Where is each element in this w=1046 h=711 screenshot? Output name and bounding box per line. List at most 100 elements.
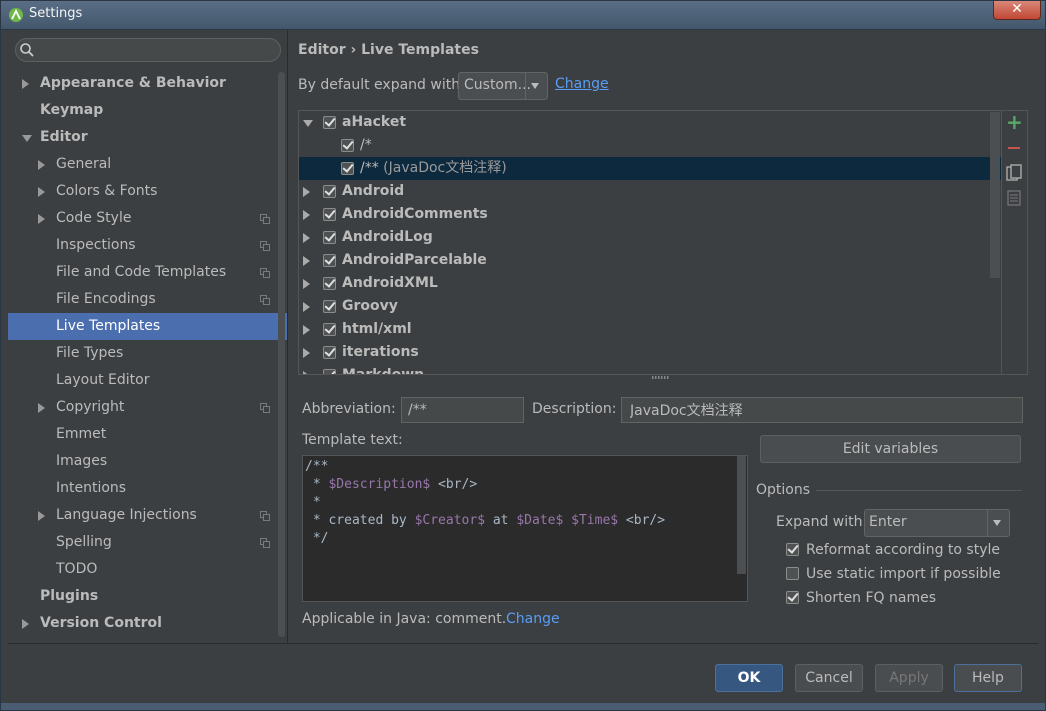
description-input[interactable] <box>621 397 1023 423</box>
sidebar-divider <box>287 30 288 643</box>
template-tree-row[interactable]: AndroidParcelable <box>299 249 1002 272</box>
template-checkbox[interactable] <box>323 346 336 359</box>
template-text-segment: /** <box>305 459 329 474</box>
sidebar-item-plugins[interactable]: Plugins <box>8 583 287 610</box>
template-checkbox[interactable] <box>323 300 336 313</box>
add-icon[interactable]: + <box>1006 112 1023 132</box>
ok-button[interactable]: OK <box>715 664 783 692</box>
sidebar-item-editor[interactable]: Editor <box>8 124 287 151</box>
sidebar-item-version-control[interactable]: Version Control <box>8 610 287 637</box>
chevron-down-icon[interactable] <box>531 83 539 89</box>
template-tree-row[interactable]: aHacket <box>299 111 1002 134</box>
template-tree-row[interactable]: html/xml <box>299 318 1002 341</box>
chevron-right-icon[interactable] <box>303 371 310 374</box>
chevron-right-icon[interactable] <box>303 233 310 243</box>
option-checkbox[interactable] <box>786 567 799 580</box>
template-text-segment: <br/> <box>430 477 478 492</box>
sidebar-item-layout-editor[interactable]: Layout Editor <box>8 367 287 394</box>
abbreviation-input[interactable] <box>401 397 524 423</box>
chevron-right-icon[interactable] <box>303 302 310 312</box>
template-tree-row[interactable]: /** (JavaDoc文档注释) <box>299 157 1002 180</box>
chevron-right-icon[interactable] <box>303 187 310 197</box>
apply-button[interactable]: Apply <box>875 664 943 692</box>
sidebar-item-emmet[interactable]: Emmet <box>8 421 287 448</box>
close-button[interactable]: ✕ <box>993 0 1041 20</box>
template-tree-row[interactable]: AndroidLog <box>299 226 1002 249</box>
restore-icon[interactable] <box>1006 190 1022 206</box>
template-tree-row[interactable]: iterations <box>299 341 1002 364</box>
sidebar-item-live-templates[interactable]: Live Templates <box>8 313 287 340</box>
sidebar-item-label: Keymap <box>40 102 104 118</box>
template-tree-row[interactable]: AndroidXML <box>299 272 1002 295</box>
chevron-right-icon[interactable] <box>22 79 29 89</box>
template-label: Markdown <box>342 364 424 374</box>
template-code[interactable]: /** * $Description$ <br/> * * created by… <box>305 458 665 548</box>
chevron-right-icon[interactable] <box>22 619 29 629</box>
sidebar-item-intentions[interactable]: Intentions <box>8 475 287 502</box>
template-text-segment: * <box>305 477 329 492</box>
edit-variables-button[interactable]: Edit variables <box>760 435 1021 463</box>
template-checkbox[interactable] <box>341 139 354 152</box>
chevron-right-icon[interactable] <box>303 279 310 289</box>
editor-scrollbar[interactable] <box>737 456 746 574</box>
template-tree-row[interactable]: Android <box>299 180 1002 203</box>
template-text-segment: at <box>485 513 517 528</box>
option-checkbox[interactable] <box>786 543 799 556</box>
template-tree-row[interactable]: AndroidComments <box>299 203 1002 226</box>
combo-separator <box>987 510 988 536</box>
splitter-handle[interactable] <box>652 374 670 380</box>
help-button[interactable]: Help <box>954 664 1022 692</box>
copy-icon[interactable] <box>1006 164 1022 182</box>
chevron-right-icon[interactable] <box>38 187 45 197</box>
sidebar-item-images[interactable]: Images <box>8 448 287 475</box>
sidebar-item-file-encodings[interactable]: File Encodings <box>8 286 287 313</box>
chevron-right-icon[interactable] <box>303 210 310 220</box>
chevron-right-icon[interactable] <box>38 214 45 224</box>
chevron-right-icon[interactable] <box>303 348 310 358</box>
chevron-right-icon[interactable] <box>38 160 45 170</box>
template-checkbox[interactable] <box>323 369 336 374</box>
template-checkbox[interactable] <box>323 208 336 221</box>
template-checkbox[interactable] <box>323 323 336 336</box>
change-expand-link[interactable]: Change <box>555 76 609 92</box>
sidebar-item-todo[interactable]: TODO <box>8 556 287 583</box>
applicable-change-link[interactable]: Change <box>506 611 560 627</box>
breadcrumb-separator: › <box>350 42 357 58</box>
template-tree-row[interactable]: /* <box>299 134 1002 157</box>
chevron-right-icon[interactable] <box>38 511 45 521</box>
template-tree-row[interactable]: Groovy <box>299 295 1002 318</box>
tree-scrollbar[interactable] <box>990 112 1000 278</box>
template-checkbox[interactable] <box>323 185 336 198</box>
cancel-button[interactable]: Cancel <box>795 664 863 692</box>
template-checkbox[interactable] <box>323 277 336 290</box>
sidebar-item-language-injections[interactable]: Language Injections <box>8 502 287 529</box>
template-checkbox[interactable] <box>323 254 336 267</box>
template-checkbox[interactable] <box>341 162 354 175</box>
chevron-right-icon[interactable] <box>38 403 45 413</box>
sidebar-item-appearance-behavior[interactable]: Appearance & Behavior <box>8 70 287 97</box>
chevron-right-icon[interactable] <box>303 256 310 266</box>
option-checkbox[interactable] <box>786 591 799 604</box>
search-input[interactable] <box>38 41 276 59</box>
sidebar-item-copyright[interactable]: Copyright <box>8 394 287 421</box>
sidebar-item-file-and-code-templates[interactable]: File and Code Templates <box>8 259 287 286</box>
chevron-down-icon[interactable] <box>22 135 32 142</box>
template-checkbox[interactable] <box>323 231 336 244</box>
sidebar-scrollbar[interactable] <box>278 72 285 637</box>
sidebar-item-colors-fonts[interactable]: Colors & Fonts <box>8 178 287 205</box>
chevron-down-icon[interactable] <box>993 520 1001 526</box>
template-checkbox[interactable] <box>323 116 336 129</box>
template-tree-row[interactable]: Markdown <box>299 364 1002 374</box>
sidebar-item-general[interactable]: General <box>8 151 287 178</box>
sidebar-item-spelling[interactable]: Spelling <box>8 529 287 556</box>
sidebar-item-keymap[interactable]: Keymap <box>8 97 287 124</box>
template-text-editor[interactable]: /** * $Description$ <br/> * * created by… <box>302 455 748 602</box>
sidebar-item-code-style[interactable]: Code Style <box>8 205 287 232</box>
chevron-down-icon[interactable] <box>303 120 313 127</box>
sidebar-item-inspections[interactable]: Inspections <box>8 232 287 259</box>
remove-icon[interactable] <box>1006 140 1022 156</box>
chevron-right-icon[interactable] <box>303 325 310 335</box>
project-settings-icon <box>260 214 270 224</box>
sidebar-item-label: TODO <box>56 561 98 577</box>
sidebar-item-file-types[interactable]: File Types <box>8 340 287 367</box>
